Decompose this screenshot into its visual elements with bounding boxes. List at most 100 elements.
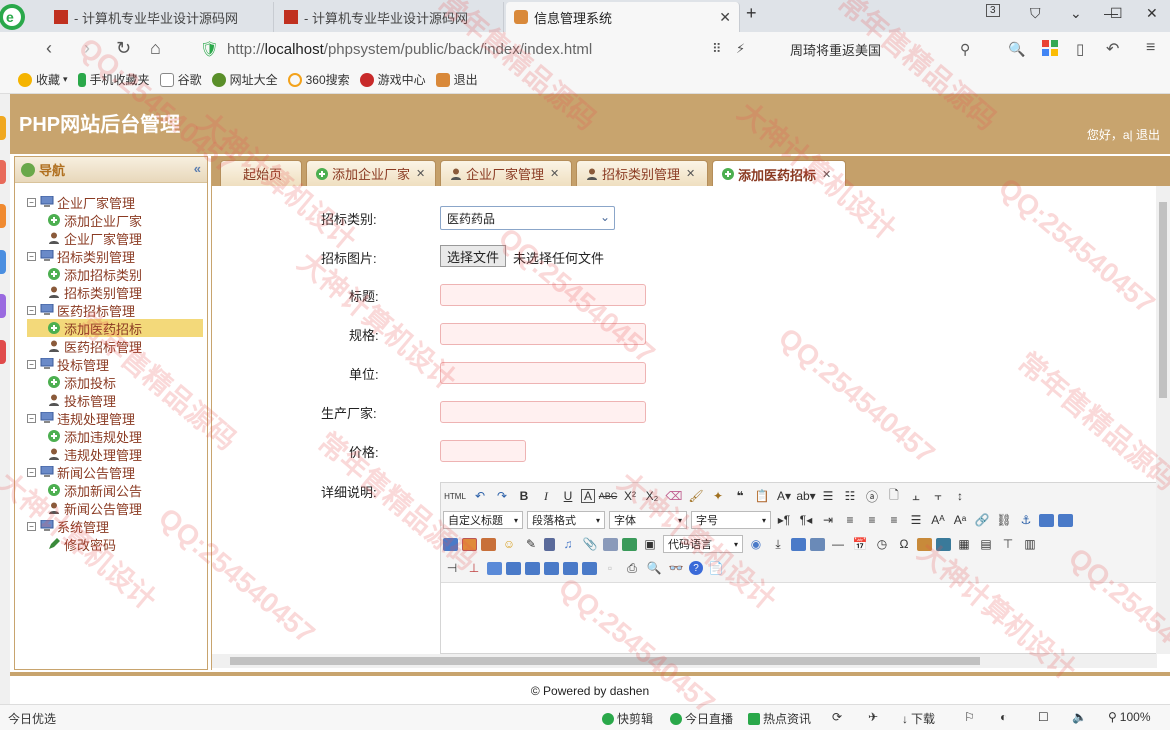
price-input[interactable] xyxy=(440,440,526,462)
status-icon[interactable]: ⚐ xyxy=(964,710,975,724)
nav-item[interactable]: 添加违规处理 xyxy=(27,427,203,445)
back-icon[interactable]: ‹ xyxy=(46,38,52,59)
image-center-icon[interactable] xyxy=(443,537,458,551)
scrollbar-thumb[interactable] xyxy=(230,657,980,665)
template-icon[interactable] xyxy=(791,537,806,551)
wordimage-icon[interactable] xyxy=(917,537,932,551)
tab-start[interactable]: 起始页 xyxy=(220,160,302,186)
nav-item[interactable]: 添加招标类别 xyxy=(27,265,203,283)
anchor-icon[interactable]: ⚓ xyxy=(1017,511,1035,529)
attachment-icon[interactable]: 📎 xyxy=(581,535,599,553)
align-justify-icon[interactable]: ☰ xyxy=(907,511,925,529)
nav-item[interactable]: 添加医药招标 xyxy=(27,319,203,337)
phone-icon[interactable]: ▯ xyxy=(1076,40,1084,58)
insert-paragraph-before-table-icon[interactable]: ⊤ xyxy=(999,535,1017,553)
font-color-icon[interactable]: A▾ xyxy=(775,487,793,505)
download-button[interactable]: ↓ 下载 xyxy=(902,710,935,727)
browser-tab-1[interactable]: - 计算机专业毕业设计源码网 xyxy=(46,2,274,32)
search-icon[interactable]: ⚲ xyxy=(960,41,970,58)
tab-category-manage[interactable]: 招标类别管理 ✕ xyxy=(576,160,708,186)
bookmark-exit[interactable]: 退出 xyxy=(435,71,478,88)
menu-chevron-icon[interactable]: ⌄ xyxy=(1070,5,1082,22)
bookmark-favorites[interactable]: 收藏 ▾ xyxy=(18,71,68,88)
collapse-icon[interactable]: « xyxy=(194,161,201,176)
scrawl-icon[interactable]: ✎ xyxy=(522,535,540,553)
shirt-icon[interactable]: ⛉ xyxy=(1030,5,1041,22)
new-tab-icon[interactable]: + xyxy=(746,3,757,24)
unit-input[interactable] xyxy=(440,362,646,384)
print-icon[interactable]: ⎙ xyxy=(623,559,641,577)
format-brush-icon[interactable]: 🖌 xyxy=(687,487,705,505)
nav-group-header[interactable]: − 投标管理 xyxy=(27,355,203,373)
collapse-toggle-icon[interactable]: − xyxy=(27,359,36,369)
size-select[interactable]: 字号 ▾ xyxy=(691,511,771,529)
italic-icon[interactable]: I xyxy=(537,487,555,505)
quick-bar-item[interactable] xyxy=(0,340,6,364)
tab-add-company[interactable]: 添加企业厂家 ✕ xyxy=(306,160,436,186)
bold-icon[interactable]: B xyxy=(515,487,533,505)
paste-text-icon[interactable]: 📋 xyxy=(753,487,771,505)
horizontal-scrollbar[interactable] xyxy=(212,654,1157,668)
clear-doc-icon[interactable]: 🗋 xyxy=(885,487,903,505)
nav-item[interactable]: 添加企业厂家 xyxy=(27,211,203,229)
nav-item[interactable]: 添加投标 xyxy=(27,373,203,391)
video-icon[interactable] xyxy=(544,537,555,551)
image-left-icon[interactable] xyxy=(1058,513,1073,527)
close-window-icon[interactable]: ✕ xyxy=(1146,5,1158,22)
search-replace-icon[interactable]: 👓 xyxy=(667,559,685,577)
category-select[interactable]: 医药药品 ⌄ xyxy=(440,206,615,230)
bookmark-mobile[interactable]: 手机收藏夹 xyxy=(77,71,150,88)
row-spacing-bottom-icon[interactable]: ⫟ xyxy=(929,487,947,505)
row-spacing-top-icon[interactable]: ⫠ xyxy=(907,487,925,505)
line-height-icon[interactable]: ↕ xyxy=(951,487,969,505)
nav-item[interactable]: 企业厂家管理 xyxy=(27,229,203,247)
simple-upload-icon[interactable] xyxy=(462,537,477,551)
superscript-icon[interactable]: X² xyxy=(621,487,639,505)
merge-cells-icon[interactable] xyxy=(506,561,521,575)
indent-icon[interactable]: ⇥ xyxy=(819,511,837,529)
home-icon[interactable]: ⌂ xyxy=(150,38,161,59)
quick-bar-item[interactable] xyxy=(0,116,6,140)
tab-add-bid[interactable]: 添加医药招标 ✕ xyxy=(712,160,846,187)
spellcheck-icon[interactable] xyxy=(936,537,951,551)
merge-right-icon[interactable] xyxy=(525,561,540,575)
delete-table-icon[interactable]: ▤ xyxy=(977,535,995,553)
bookmark-games[interactable]: 游戏中心 xyxy=(359,71,426,88)
title-input[interactable] xyxy=(440,284,646,306)
quick-bar-item[interactable] xyxy=(0,160,6,184)
align-right-icon[interactable]: ≡ xyxy=(885,511,903,529)
hot-news[interactable]: 热点资讯 xyxy=(748,710,811,727)
lowercase-icon[interactable]: Aᵃ xyxy=(951,511,969,529)
select-all-icon[interactable]: ⓐ xyxy=(863,487,881,505)
nav-item[interactable]: 违规处理管理 xyxy=(27,445,203,463)
underline-icon[interactable]: U xyxy=(559,487,577,505)
html-source-button[interactable]: HTML xyxy=(443,487,467,505)
blockquote-icon[interactable]: ❝ xyxy=(731,487,749,505)
horizontal-rule-icon[interactable]: — xyxy=(829,535,847,553)
forward-icon[interactable]: › xyxy=(84,38,90,59)
split-cells-icon[interactable] xyxy=(563,561,578,575)
gmap-icon[interactable] xyxy=(622,537,637,551)
nav-group-header[interactable]: − 招标类别管理 xyxy=(27,247,203,265)
merge-down-icon[interactable] xyxy=(544,561,559,575)
collapse-toggle-icon[interactable]: − xyxy=(27,305,36,315)
today-picks[interactable]: 今日优选 xyxy=(8,710,56,727)
insert-col-icon[interactable]: ⊥ xyxy=(465,559,483,577)
split-rows-icon[interactable] xyxy=(582,561,597,575)
quick-bar-item[interactable] xyxy=(0,294,6,318)
web-image-icon[interactable]: ◉ xyxy=(747,535,765,553)
bg-color-icon[interactable]: ab▾ xyxy=(796,487,815,505)
quick-bar-item[interactable] xyxy=(0,204,6,228)
nav-group-header[interactable]: − 医药招标管理 xyxy=(27,301,203,319)
status-icon[interactable]: ☐ xyxy=(1038,710,1049,724)
magnifier-icon[interactable]: 🔍 xyxy=(1008,41,1025,58)
rtl-icon[interactable]: ¶◂ xyxy=(797,511,815,529)
nav-item[interactable]: 添加新闻公告 xyxy=(27,481,203,499)
lightning-icon[interactable]: ⚡ xyxy=(736,41,745,57)
status-icon[interactable]: ◐ xyxy=(1000,710,1007,724)
search-field[interactable]: 周琦将重返美国 xyxy=(790,36,980,62)
font-select[interactable]: 字体 ▾ xyxy=(609,511,687,529)
tab-company-manage[interactable]: 企业厂家管理 ✕ xyxy=(440,160,572,186)
tab-count-badge[interactable]: 3 xyxy=(986,4,1000,17)
insert-row-icon[interactable]: ▥ xyxy=(1021,535,1039,553)
